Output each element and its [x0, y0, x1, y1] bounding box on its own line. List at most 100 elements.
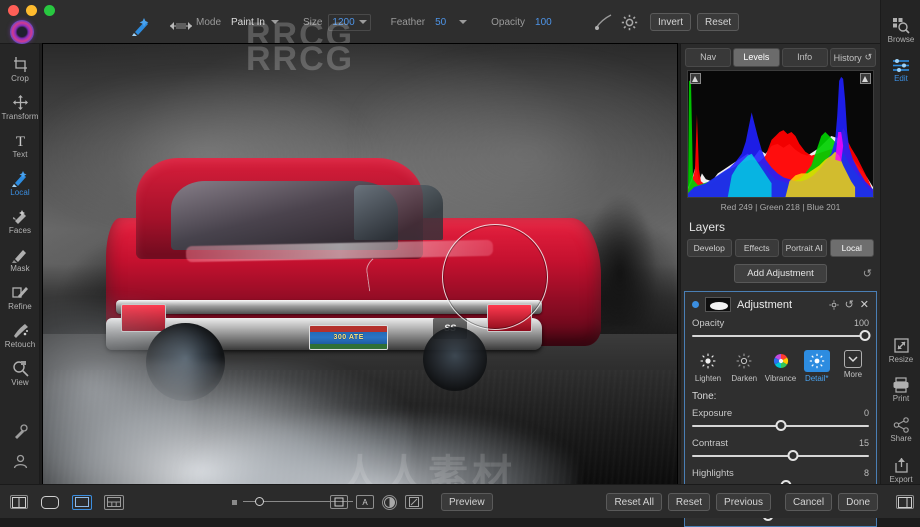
- brush-size-icon[interactable]: [168, 14, 194, 38]
- tone-section-label: Tone:: [692, 391, 717, 402]
- undo-icon[interactable]: ↺: [863, 267, 872, 280]
- sidebar-item-mask[interactable]: Mask: [0, 240, 40, 278]
- tab-nav[interactable]: Nav: [685, 48, 732, 67]
- local-adjust-brush-icon[interactable]: [128, 14, 154, 38]
- tab-portrait-ai[interactable]: Portrait AI: [782, 239, 827, 257]
- module-print[interactable]: Print: [881, 370, 920, 410]
- slider-value: 15: [858, 438, 869, 448]
- tab-history[interactable]: History ↺: [829, 48, 876, 67]
- opacity-value: 100: [853, 318, 869, 328]
- opacity-input[interactable]: 100: [531, 14, 571, 31]
- chevron-down-icon: [358, 20, 367, 24]
- sidebar-item-refine[interactable]: Refine: [0, 278, 40, 316]
- text-overlay-icon[interactable]: A: [356, 495, 374, 509]
- black-point-handle[interactable]: [690, 73, 701, 84]
- photo-preview[interactable]: 300 ATE SS: [43, 44, 677, 484]
- size-input[interactable]: 1200: [328, 13, 371, 31]
- levels-histogram[interactable]: [687, 70, 874, 198]
- car-wheel: [422, 327, 488, 392]
- module-resize[interactable]: Resize: [881, 330, 920, 370]
- sidebar-item-retouch[interactable]: Retouch: [0, 316, 40, 354]
- sidebar-item-view[interactable]: View: [0, 354, 40, 392]
- mode-detail[interactable]: Detail*: [801, 350, 833, 383]
- opacity-slider[interactable]: [692, 330, 871, 342]
- highlights-row: Highlights 8: [692, 468, 869, 479]
- panel-toggle-icon[interactable]: [896, 495, 914, 509]
- mode-more[interactable]: More: [837, 350, 869, 383]
- sidebar-item-crop[interactable]: Crop: [0, 50, 40, 88]
- opacity-row: Opacity 100: [692, 318, 869, 329]
- mode-label: More: [843, 370, 863, 379]
- photo-smoke: [182, 413, 576, 484]
- sidebar-item-local[interactable]: Local: [0, 164, 40, 202]
- vibrance-icon: [768, 350, 794, 372]
- mode-lighten[interactable]: Lighten: [692, 350, 724, 383]
- mode-vibrance[interactable]: Vibrance: [765, 350, 797, 383]
- tab-local[interactable]: Local: [829, 239, 874, 257]
- mode-label: Darken: [731, 374, 758, 383]
- tab-info[interactable]: Info: [781, 48, 828, 67]
- sidebar-item-faces[interactable]: Faces: [0, 202, 40, 240]
- reset-button[interactable]: Reset: [667, 493, 711, 511]
- crop-overlay-icon[interactable]: [330, 495, 348, 509]
- lighten-icon: [695, 350, 721, 372]
- mask-view-icon[interactable]: [405, 495, 423, 509]
- contrast-slider[interactable]: [692, 450, 869, 462]
- sidebar-item-text[interactable]: T Text: [0, 126, 40, 164]
- undo-icon[interactable]: ↺: [845, 298, 854, 311]
- module-edit[interactable]: Edit: [881, 50, 920, 90]
- invert-button[interactable]: Invert: [650, 13, 692, 31]
- person-icon[interactable]: [0, 446, 40, 476]
- tab-levels[interactable]: Levels: [733, 48, 780, 67]
- feather-label: Feather: [390, 16, 426, 28]
- adjustment-header: Adjustment ↺ ✕: [692, 297, 869, 312]
- adjustment-title: Adjustment: [737, 298, 793, 311]
- mask-thumbnail[interactable]: [705, 297, 731, 312]
- tab-develop[interactable]: Develop: [687, 239, 732, 257]
- reset-brush-button[interactable]: Reset: [697, 13, 740, 31]
- close-icon[interactable]: ✕: [860, 298, 869, 311]
- minimize-window-button[interactable]: [26, 5, 37, 16]
- sidebar-item-label: Local: [10, 187, 30, 197]
- histogram-plot: [688, 71, 873, 197]
- show-panels-icon[interactable]: [10, 495, 28, 509]
- layer-tab-group: Develop Effects Portrait AI Local: [681, 239, 880, 264]
- mode-darken[interactable]: Darken: [728, 350, 760, 383]
- module-label: Export: [889, 474, 913, 484]
- exposure-slider[interactable]: [692, 420, 869, 432]
- brush-preset-icon[interactable]: [593, 13, 615, 31]
- before-after-icon[interactable]: [382, 494, 397, 510]
- gear-icon[interactable]: [828, 299, 839, 310]
- single-view-icon[interactable]: [72, 494, 92, 510]
- mode-dropdown[interactable]: Paint In: [227, 15, 283, 30]
- gear-icon[interactable]: [621, 14, 638, 31]
- compare-view-icon[interactable]: [104, 494, 124, 510]
- preview-button[interactable]: Preview: [441, 493, 493, 511]
- layer-visibility-toggle[interactable]: [692, 301, 699, 308]
- zoom-out-icon[interactable]: [232, 499, 237, 505]
- tab-effects[interactable]: Effects: [734, 239, 779, 257]
- right-panel: Nav Levels Info History ↺ Red 249 | Gree…: [680, 44, 880, 527]
- slider-label: Contrast: [692, 438, 728, 449]
- previous-button[interactable]: Previous: [716, 493, 771, 511]
- fullscreen-preview-icon[interactable]: [40, 495, 60, 509]
- module-label: Edit: [894, 73, 908, 83]
- add-adjustment-button[interactable]: Add Adjustment: [734, 264, 827, 283]
- close-window-button[interactable]: [8, 5, 19, 16]
- sidebar-item-label: View: [11, 377, 29, 387]
- image-canvas[interactable]: 300 ATE SS 人人素材: [40, 44, 680, 497]
- sidebar-item-label: Mask: [10, 263, 30, 273]
- white-point-handle[interactable]: [860, 73, 871, 84]
- layers-title: Layers: [689, 220, 726, 234]
- feather-input[interactable]: 50: [431, 14, 471, 31]
- done-button[interactable]: Done: [838, 493, 878, 511]
- color-picker-icon[interactable]: [0, 416, 40, 446]
- slider-label: Exposure: [692, 408, 733, 419]
- sidebar-item-transform[interactable]: Transform: [0, 88, 40, 126]
- maximize-window-button[interactable]: [44, 5, 55, 16]
- reset-all-button[interactable]: Reset All: [606, 493, 662, 511]
- module-share[interactable]: Share: [881, 410, 920, 450]
- add-adjustment-row: Add Adjustment ↺: [681, 264, 880, 291]
- cancel-button[interactable]: Cancel: [784, 493, 833, 511]
- module-browse[interactable]: Browse: [881, 10, 920, 50]
